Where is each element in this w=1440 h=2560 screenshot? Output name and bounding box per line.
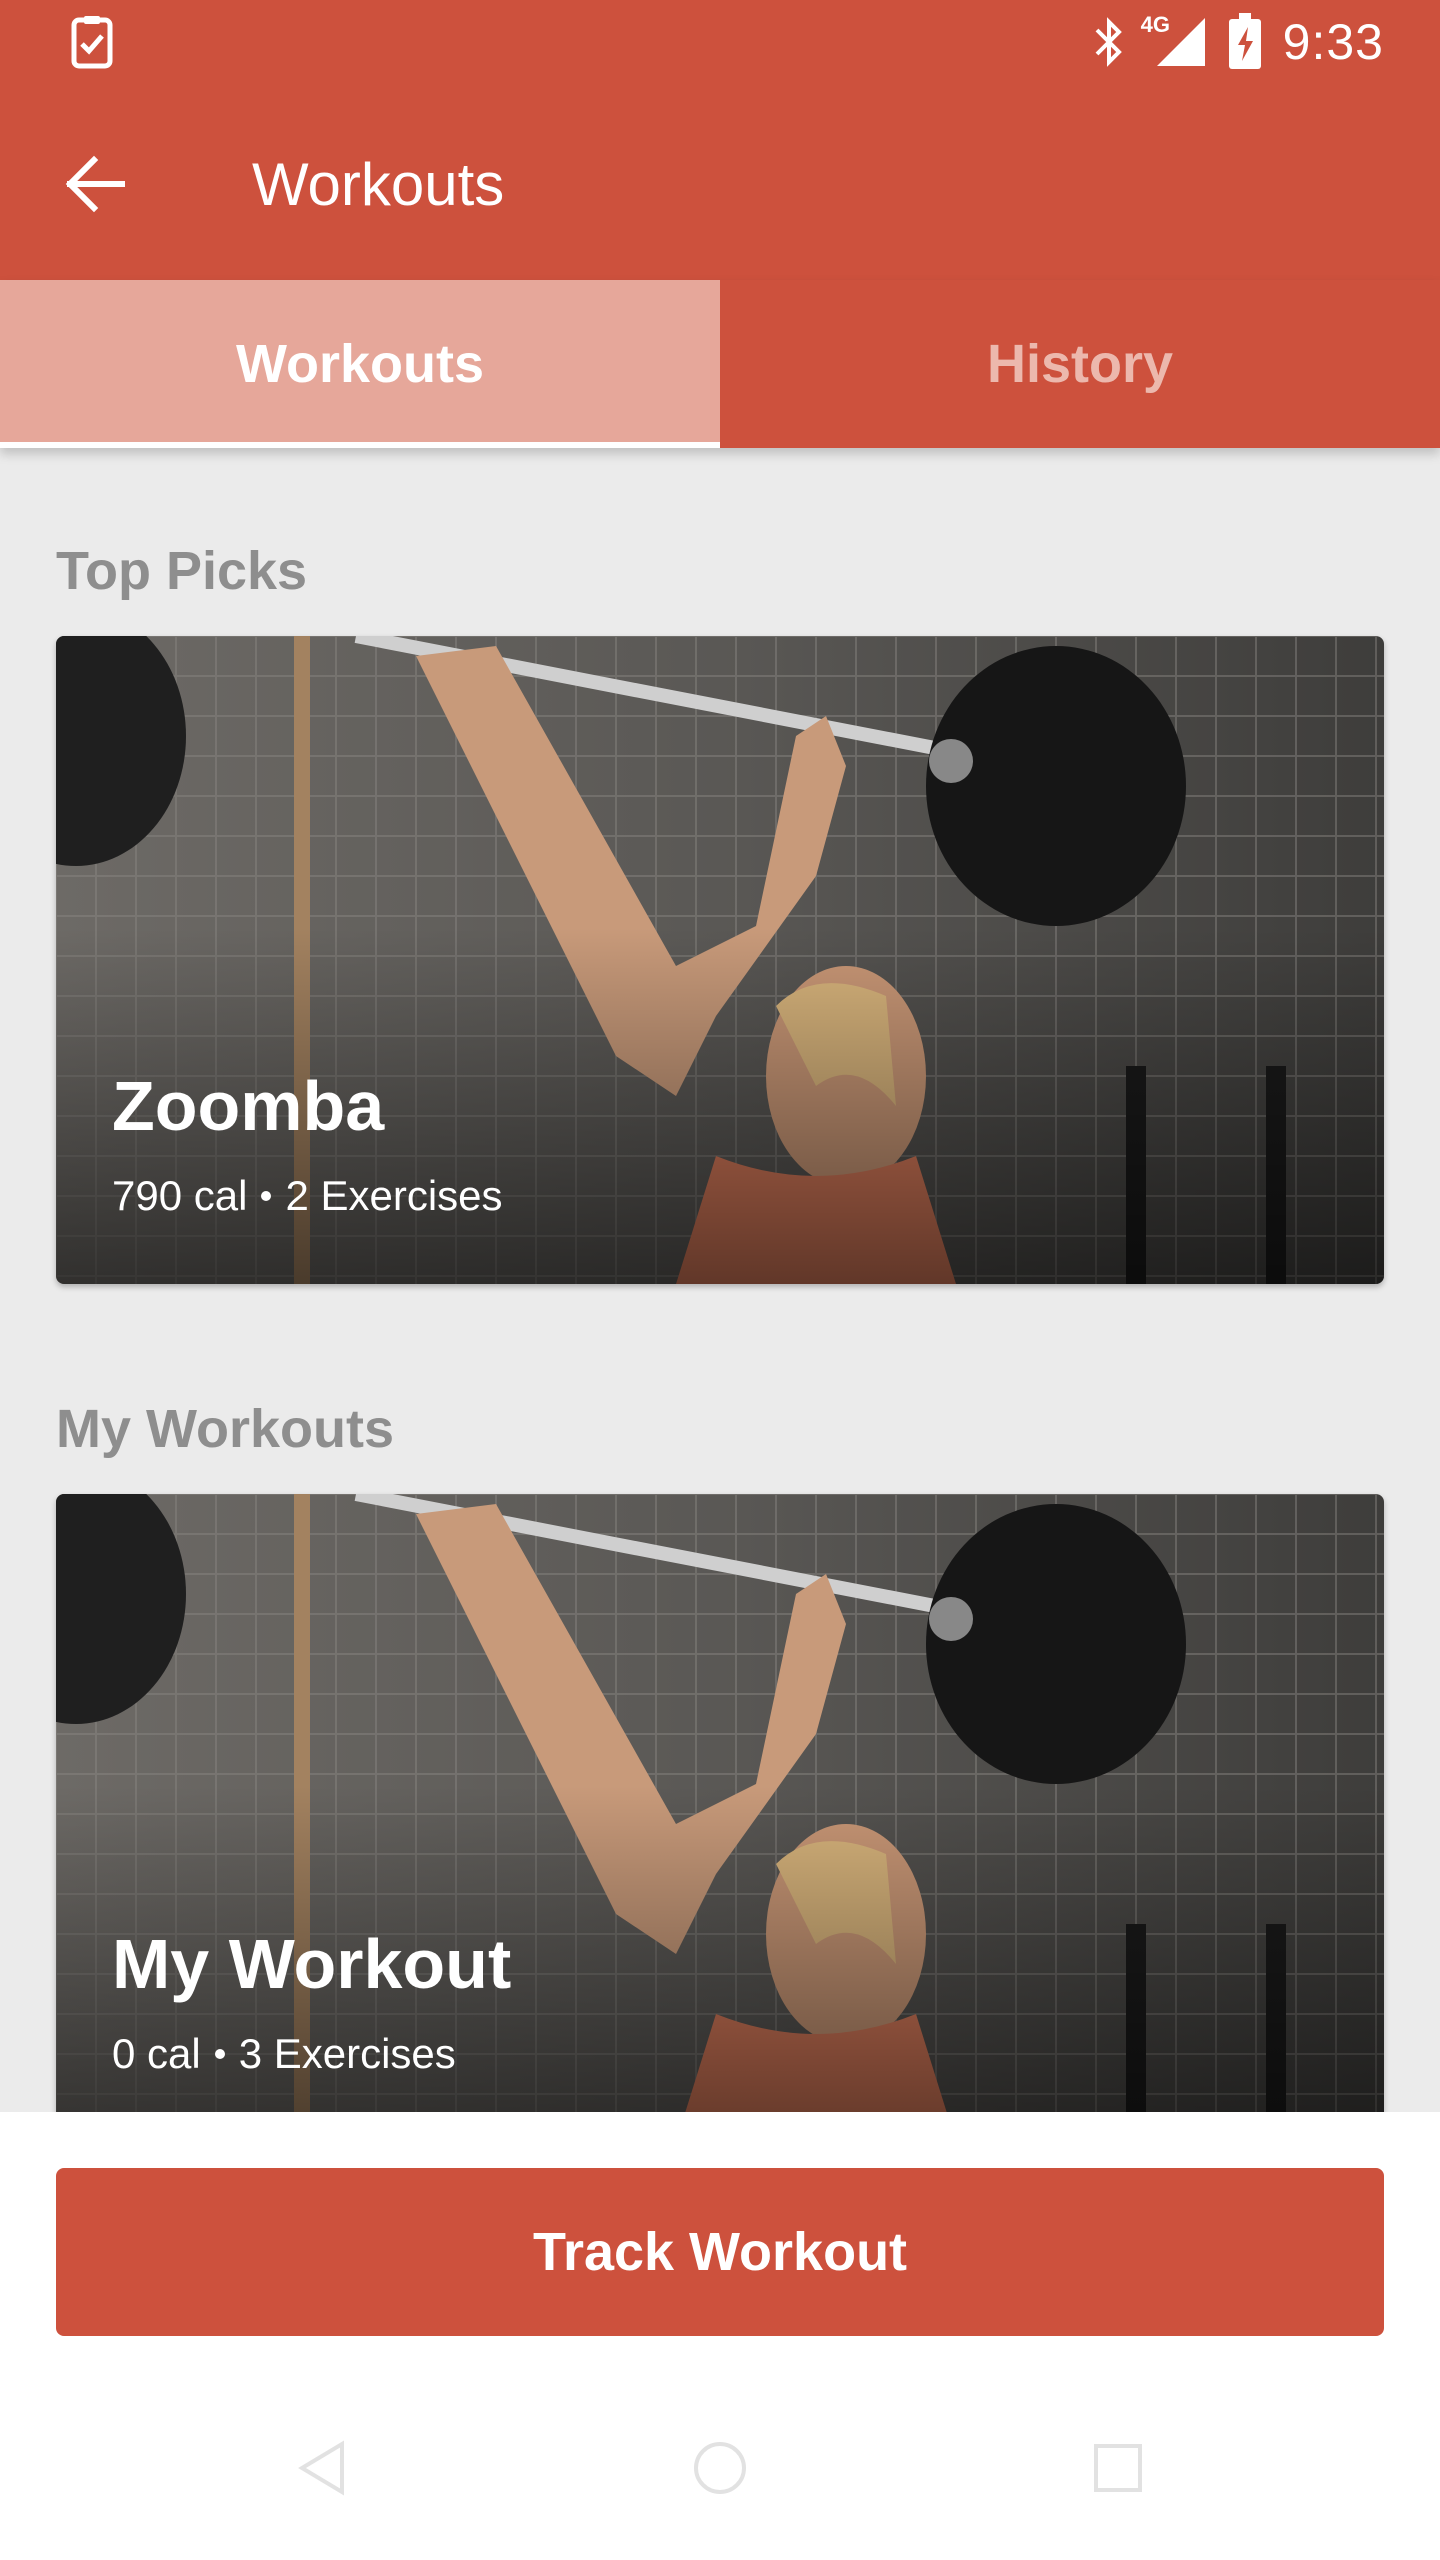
system-nav-bar	[0, 2408, 1440, 2528]
tab-bar: Workouts History	[0, 280, 1440, 448]
signal-icon: 4G	[1141, 12, 1207, 70]
network-type-label: 4G	[1140, 12, 1171, 37]
workout-calories: 790 cal	[112, 1172, 248, 1219]
status-clock: 9:33	[1282, 14, 1384, 70]
workout-card-my-workout[interactable]: My Workout 0 cal 3 Exercises	[56, 1494, 1384, 2142]
tab-history[interactable]: History	[720, 280, 1440, 448]
workout-card-title: My Workout	[112, 1925, 512, 2003]
arrow-back-icon[interactable]	[60, 148, 132, 220]
task-icon	[71, 16, 113, 69]
nav-back-icon[interactable]	[262, 2408, 382, 2528]
separator-dot	[214, 2049, 225, 2059]
tab-workouts[interactable]: Workouts	[0, 280, 720, 448]
top-picks-heading: Top Picks	[56, 541, 308, 601]
my-workouts-heading: My Workouts	[56, 1399, 395, 1459]
separator-dot	[261, 1191, 272, 1201]
workout-card-zoomba[interactable]: Zoomba 790 cal 2 Exercises	[56, 636, 1384, 1284]
workout-calories: 0 cal	[112, 2030, 201, 2077]
battery-charging-icon	[1228, 13, 1261, 69]
track-workout-button[interactable]: Track Workout	[56, 2168, 1384, 2336]
workout-card-meta: 790 cal 2 Exercises	[112, 1172, 503, 1220]
nav-recents-icon[interactable]	[1058, 2408, 1178, 2528]
bottom-panel: Track Workout	[0, 2112, 1440, 2560]
nav-home-icon[interactable]	[660, 2408, 780, 2528]
status-bar: 4G 9:33	[0, 0, 1440, 84]
workout-card-meta: 0 cal 3 Exercises	[112, 2030, 456, 2078]
app-bar: Workouts	[0, 84, 1440, 280]
bluetooth-icon	[1095, 17, 1122, 67]
page-title: Workouts	[252, 151, 505, 218]
workout-exercises: 3 Exercises	[238, 2030, 456, 2077]
workout-card-title: Zoomba	[112, 1067, 385, 1145]
workout-exercises: 2 Exercises	[285, 1172, 503, 1219]
